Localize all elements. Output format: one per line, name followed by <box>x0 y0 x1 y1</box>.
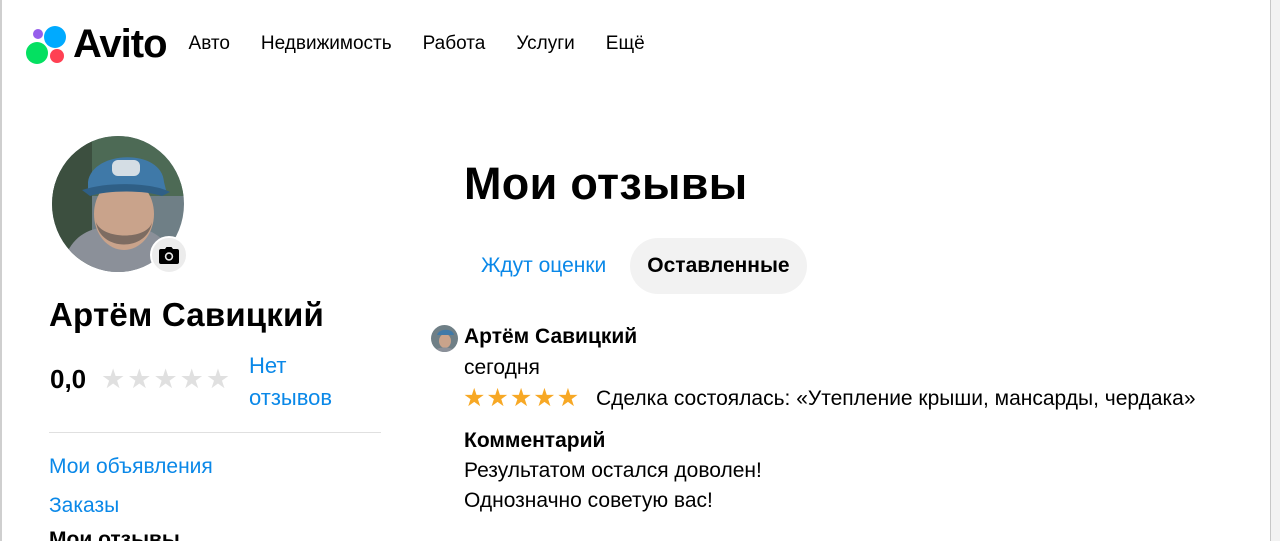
sidebar-divider <box>49 432 381 433</box>
star-filled-icon: ★ <box>486 384 509 412</box>
star-filled-icon: ★ <box>463 384 486 412</box>
page-title: Мои отзывы <box>464 158 748 209</box>
review-comment-label: Комментарий <box>464 429 606 452</box>
nav-item-realty[interactable]: Недвижимость <box>261 33 392 55</box>
star-filled-icon: ★ <box>556 384 580 412</box>
nav-item-jobs[interactable]: Работа <box>423 33 486 55</box>
window-edge-left <box>0 0 2 541</box>
profile-name: Артём Савицкий <box>49 296 324 333</box>
logo-text: Avito <box>73 22 168 66</box>
tab-pending[interactable]: Ждут оценки <box>464 238 623 294</box>
star-filled-icon: ★ <box>509 384 533 412</box>
tab-left[interactable]: Оставленные <box>630 238 807 294</box>
avito-logo[interactable]: Avito <box>25 22 168 66</box>
reviews-tabs: Ждут оценки Оставленные <box>464 238 807 294</box>
header: Avito Авто Недвижимость Работа Услуги Ещ… <box>25 22 676 66</box>
review-comment-line: Однозначно советую вас! <box>464 489 713 512</box>
review-author-name[interactable]: Артём Савицкий <box>464 325 637 349</box>
camera-icon <box>159 246 179 264</box>
star-empty-icon: ★ <box>205 364 231 394</box>
rating-stars: ★ ★ ★ ★ ★ <box>101 366 232 393</box>
sidebar-item-orders[interactable]: Заказы <box>49 494 119 518</box>
no-reviews-link[interactable]: Нет отзывов <box>249 350 359 414</box>
change-photo-button[interactable] <box>150 236 188 274</box>
star-empty-icon: ★ <box>127 364 152 394</box>
review-author-avatar[interactable] <box>431 325 458 352</box>
nav-item-more[interactable]: Ещё <box>606 33 645 55</box>
star-empty-icon: ★ <box>153 364 178 394</box>
star-empty-icon: ★ <box>101 364 126 394</box>
author-photo <box>431 325 458 352</box>
star-empty-icon: ★ <box>179 364 204 394</box>
page: Avito Авто Недвижимость Работа Услуги Ещ… <box>0 0 1280 541</box>
nav-item-services[interactable]: Услуги <box>516 33 574 55</box>
sidebar-item-my-reviews[interactable]: Мои отзывы <box>49 528 180 541</box>
main-nav: Авто Недвижимость Работа Услуги Ещё <box>189 33 676 55</box>
review-comment-line: Результатом остался доволен! <box>464 459 762 482</box>
logo-dots-icon <box>26 26 66 64</box>
profile-avatar-container <box>52 136 188 274</box>
review-deal: Сделка состоялась: «Утепление крыши, ман… <box>596 387 1196 410</box>
sidebar-item-my-ads[interactable]: Мои объявления <box>49 455 213 479</box>
nav-item-auto[interactable]: Авто <box>189 33 230 55</box>
review-date: сегодня <box>464 356 540 379</box>
star-filled-icon: ★ <box>533 384 556 412</box>
review-stars: ★ ★ ★ ★ ★ <box>463 386 580 411</box>
scrollbar[interactable] <box>1270 0 1280 541</box>
profile-rating: 0,0 ★ ★ ★ ★ ★ Нет отзывов <box>49 348 389 414</box>
rating-value: 0,0 <box>50 364 87 394</box>
